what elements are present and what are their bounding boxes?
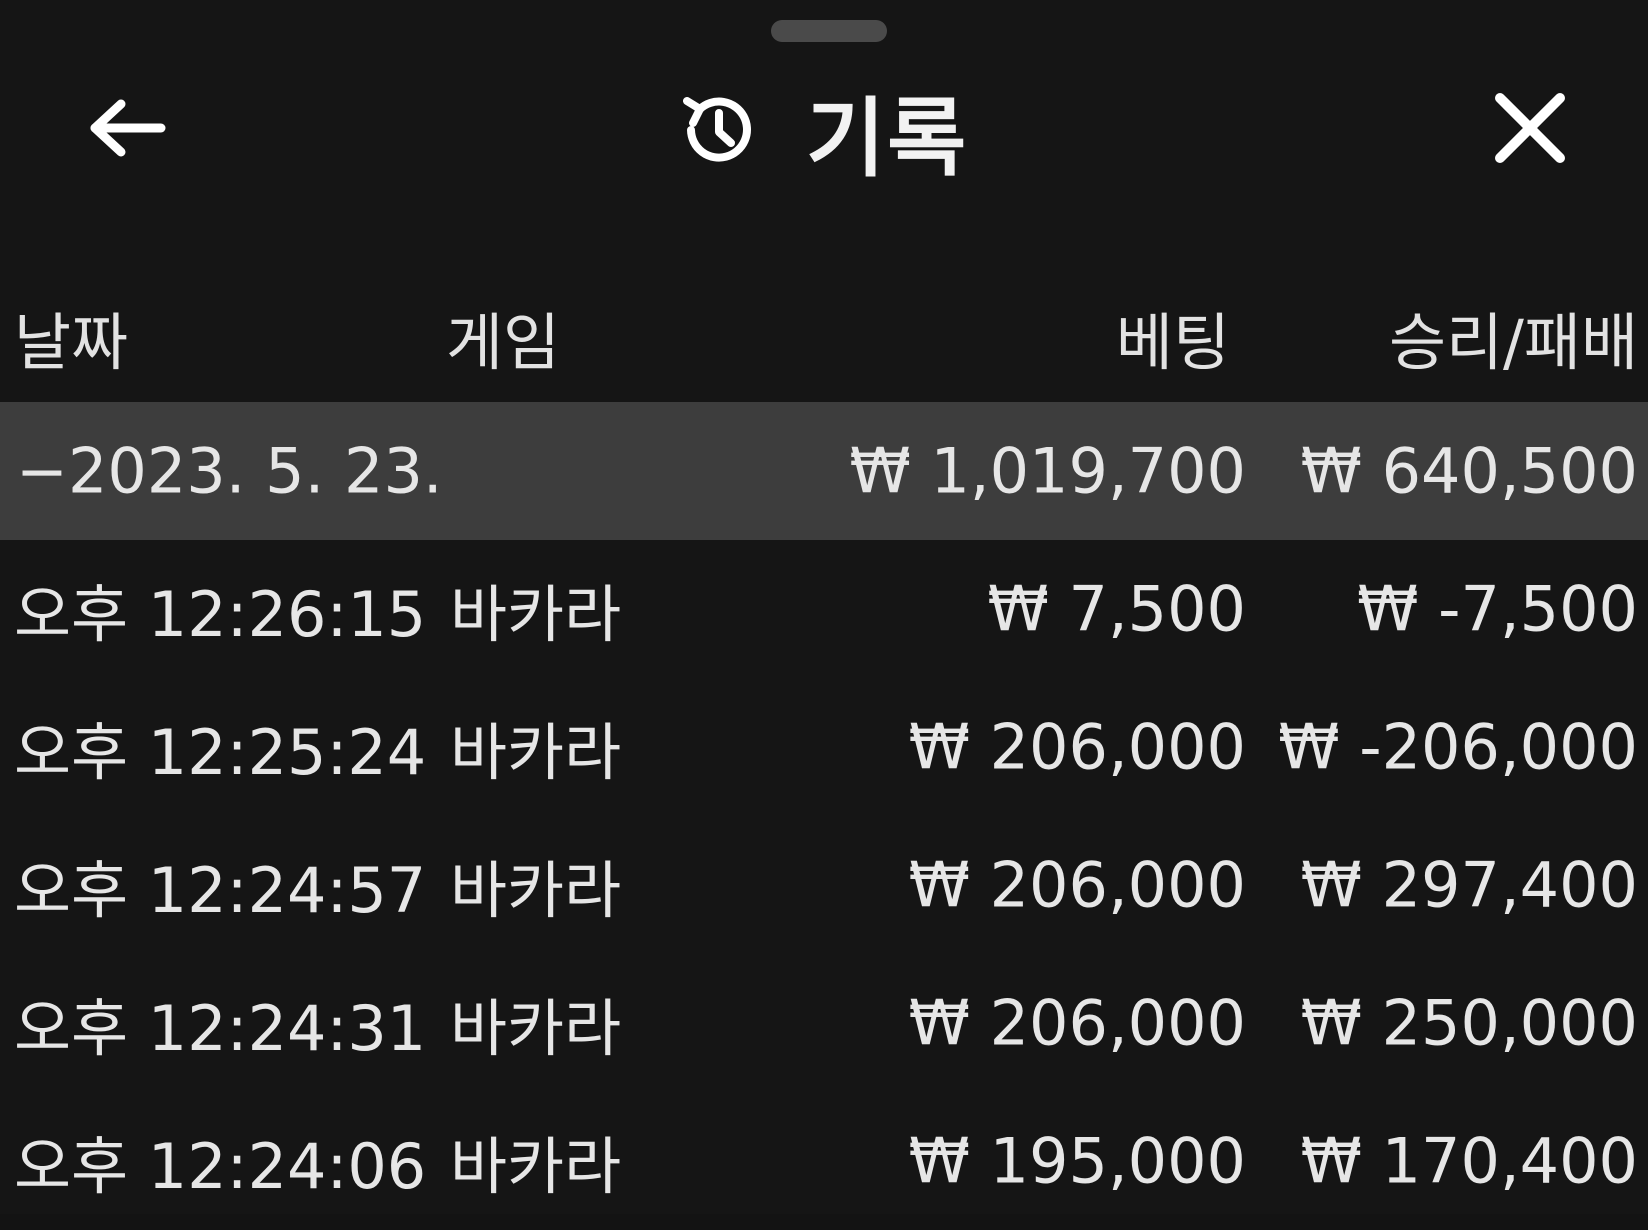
row-time: 오후 12:24:57 bbox=[14, 854, 427, 927]
title-group: 기록 bbox=[670, 80, 968, 189]
summary-date: −2023. 5. 23. bbox=[16, 434, 443, 508]
row-bet: ₩ 195,000 bbox=[908, 1124, 1246, 1198]
row-time: 오후 12:25:24 bbox=[14, 716, 427, 789]
row-bet: ₩ 206,000 bbox=[908, 710, 1246, 784]
row-bet: ₩ 7,500 bbox=[987, 572, 1246, 646]
summary-bet: ₩ 1,019,700 bbox=[849, 434, 1246, 508]
header: 기록 bbox=[0, 60, 1648, 200]
table-row[interactable]: 오후 12:24:57 바카라 ₩ 206,000 ₩ 297,400 bbox=[0, 816, 1648, 954]
row-time: 오후 12:24:06 bbox=[14, 1130, 427, 1203]
row-bet: ₩ 206,000 bbox=[908, 986, 1246, 1060]
drag-handle[interactable] bbox=[771, 20, 887, 42]
page-title: 기록 bbox=[806, 88, 969, 189]
history-icon bbox=[670, 82, 766, 178]
column-header-result: 승리/패배 bbox=[1388, 306, 1638, 379]
history-table: 날짜 게임 베팅 승리/패배 −2023. 5. 23. ₩ 1,019,700… bbox=[0, 270, 1648, 1230]
table-row[interactable]: 오후 12:24:31 바카라 ₩ 206,000 ₩ 250,000 bbox=[0, 954, 1648, 1092]
history-sheet: 기록 날짜 게임 베팅 승리/패배 −2023. 5. 23. ₩ 1,019,… bbox=[0, 0, 1648, 1214]
back-button[interactable] bbox=[72, 85, 182, 175]
date-summary-row[interactable]: −2023. 5. 23. ₩ 1,019,700 ₩ 640,500 bbox=[0, 402, 1648, 540]
row-result: ₩ 250,000 bbox=[1300, 986, 1638, 1060]
table-row[interactable]: 오후 12:26:15 바카라 ₩ 7,500 ₩ -7,500 bbox=[0, 540, 1648, 678]
row-time: 오후 12:26:15 bbox=[14, 578, 427, 651]
column-header-date: 날짜 bbox=[14, 306, 129, 379]
row-bet: ₩ 206,000 bbox=[908, 848, 1246, 922]
arrow-left-icon bbox=[87, 98, 167, 162]
row-result: ₩ -7,500 bbox=[1357, 572, 1638, 646]
close-button[interactable] bbox=[1475, 85, 1585, 175]
table-header: 날짜 게임 베팅 승리/패배 bbox=[0, 270, 1648, 402]
table-row[interactable]: 오후 12:25:24 바카라 ₩ 206,000 ₩ -206,000 bbox=[0, 678, 1648, 816]
close-icon bbox=[1492, 90, 1568, 170]
row-result: ₩ 297,400 bbox=[1300, 848, 1638, 922]
row-game: 바카라 bbox=[450, 854, 622, 927]
column-header-game: 게임 bbox=[446, 306, 561, 379]
row-result: ₩ 170,400 bbox=[1300, 1124, 1638, 1198]
row-time: 오후 12:24:31 bbox=[14, 992, 427, 1065]
row-game: 바카라 bbox=[450, 1130, 622, 1203]
row-game: 바카라 bbox=[450, 716, 622, 789]
column-header-bet: 베팅 bbox=[1115, 306, 1230, 379]
summary-result: ₩ 640,500 bbox=[1300, 434, 1638, 508]
row-game: 바카라 bbox=[450, 992, 622, 1065]
row-game: 바카라 bbox=[450, 578, 622, 651]
row-result: ₩ -206,000 bbox=[1278, 710, 1638, 784]
table-row[interactable]: 오후 12:24:06 바카라 ₩ 195,000 ₩ 170,400 bbox=[0, 1092, 1648, 1230]
